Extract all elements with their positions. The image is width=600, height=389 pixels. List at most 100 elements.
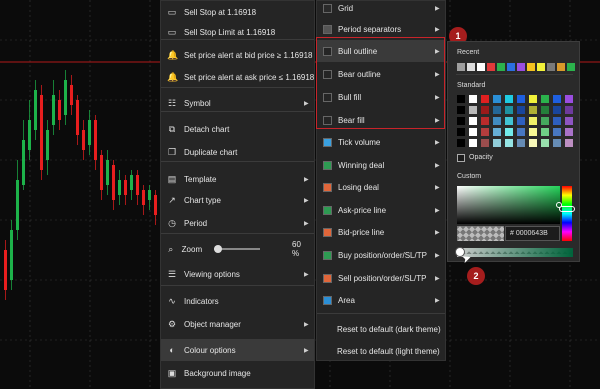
recent-swatch[interactable] xyxy=(457,63,465,71)
standard-swatch[interactable] xyxy=(565,117,573,125)
menu-item-duplicate-chart[interactable]: ❐ Duplicate chart xyxy=(161,141,314,163)
standard-swatch[interactable] xyxy=(553,128,561,136)
saturation-area[interactable] xyxy=(457,186,560,224)
standard-swatch[interactable] xyxy=(469,106,477,114)
recent-swatch[interactable] xyxy=(487,63,495,71)
colour-item-tick-volume[interactable]: Tick volume ▶ xyxy=(317,131,445,153)
menu-item-chart-type[interactable]: ↗ Chart type ▶ xyxy=(161,189,314,211)
menu-item-sell-stop-at-1-16918[interactable]: ▭ Sell Stop at 1.16918 xyxy=(161,1,314,23)
standard-swatch[interactable] xyxy=(457,117,465,125)
standard-swatch[interactable] xyxy=(541,95,549,103)
standard-swatch[interactable] xyxy=(529,117,537,125)
standard-swatch[interactable] xyxy=(529,95,537,103)
standard-swatch[interactable] xyxy=(565,95,573,103)
standard-swatch[interactable] xyxy=(505,139,513,147)
hue-slider[interactable] xyxy=(562,186,572,241)
menu-item-symbol[interactable]: ☷ Symbol ▶ xyxy=(161,92,314,114)
colour-item-ask-price-line[interactable]: Ask-price line ▶ xyxy=(317,199,445,221)
standard-swatch[interactable] xyxy=(457,139,465,147)
standard-swatch[interactable] xyxy=(565,139,573,147)
standard-swatch[interactable] xyxy=(493,139,501,147)
menu-item-set-price-alert-at-bid-price-1-16918[interactable]: 🔔 Set price alert at bid price ≥ 1.16918 xyxy=(161,44,314,66)
standard-swatch[interactable] xyxy=(505,95,513,103)
standard-swatch[interactable] xyxy=(493,95,501,103)
standard-swatch[interactable] xyxy=(529,139,537,147)
hex-input[interactable]: # 0000643B xyxy=(505,226,560,241)
standard-swatch[interactable] xyxy=(553,117,561,125)
standard-swatch[interactable] xyxy=(469,139,477,147)
recent-swatch[interactable] xyxy=(477,63,485,71)
recent-swatch[interactable] xyxy=(517,63,525,71)
menu-item-indicators[interactable]: ∿ Indicators xyxy=(161,290,314,312)
standard-swatch[interactable] xyxy=(469,117,477,125)
colour-item-winning-deal[interactable]: Winning deal ▶ xyxy=(317,154,445,176)
colour-item-losing-deal[interactable]: Losing deal ▶ xyxy=(317,176,445,198)
standard-swatch[interactable] xyxy=(553,106,561,114)
standard-swatch[interactable] xyxy=(493,128,501,136)
standard-swatch[interactable] xyxy=(481,106,489,114)
standard-swatch[interactable] xyxy=(553,139,561,147)
menu-item-set-price-alert-at-ask-price-1-16918[interactable]: 🔔 Set price alert at ask price ≤ 1.16918 xyxy=(161,66,314,88)
colour-item-area[interactable]: Area ▶ xyxy=(317,289,445,311)
standard-swatch[interactable] xyxy=(541,128,549,136)
reset-dark-theme-item[interactable]: Reset to default (dark theme) xyxy=(317,318,445,340)
recent-swatch[interactable] xyxy=(567,63,575,71)
standard-swatch[interactable] xyxy=(517,106,525,114)
standard-swatch[interactable] xyxy=(457,106,465,114)
menu-item-object-manager[interactable]: ⚙ Object manager ▶ xyxy=(161,313,314,335)
standard-swatch[interactable] xyxy=(517,95,525,103)
menu-item-viewing-options[interactable]: ☰ Viewing options ▶ xyxy=(161,263,314,285)
standard-swatch[interactable] xyxy=(517,128,525,136)
opacity-checkbox[interactable] xyxy=(457,154,465,162)
hue-handle[interactable] xyxy=(559,206,575,212)
menu-item-zoom[interactable]: ⌕ Zoom 60 % xyxy=(161,238,314,260)
menu-item-period[interactable]: ◷ Period ▶ xyxy=(161,212,314,234)
recent-swatch[interactable] xyxy=(537,63,545,71)
standard-swatch[interactable] xyxy=(481,128,489,136)
standard-swatch[interactable] xyxy=(481,95,489,103)
standard-swatch[interactable] xyxy=(457,128,465,136)
standard-swatch[interactable] xyxy=(529,106,537,114)
standard-swatch[interactable] xyxy=(565,128,573,136)
standard-swatch[interactable] xyxy=(505,106,513,114)
standard-swatch[interactable] xyxy=(541,106,549,114)
standard-swatch[interactable] xyxy=(517,117,525,125)
menu-item-template[interactable]: ▤ Template ▶ xyxy=(161,168,314,190)
colour-swatch xyxy=(323,182,332,192)
standard-swatch[interactable] xyxy=(493,117,501,125)
menu-item-label: Period xyxy=(184,218,208,228)
zoom-slider-handle[interactable] xyxy=(214,245,223,253)
standard-swatch[interactable] xyxy=(541,117,549,125)
zoom-slider[interactable] xyxy=(214,245,261,253)
standard-swatch[interactable] xyxy=(469,128,477,136)
standard-swatch[interactable] xyxy=(565,106,573,114)
colour-item-buy-position-order-sl-tp[interactable]: Buy position/order/SL/TP ▶ xyxy=(317,244,445,266)
colour-item-sell-position-order-sl-tp[interactable]: Sell position/order/SL/TP ▶ xyxy=(317,267,445,289)
recent-swatch[interactable] xyxy=(557,63,565,71)
standard-swatch[interactable] xyxy=(481,117,489,125)
menu-item-detach-chart[interactable]: ⧉ Detach chart xyxy=(161,118,314,140)
standard-swatch[interactable] xyxy=(493,106,501,114)
standard-swatch[interactable] xyxy=(541,139,549,147)
recent-swatch[interactable] xyxy=(467,63,475,71)
recent-swatch[interactable] xyxy=(507,63,515,71)
colour-item-bid-price-line[interactable]: Bid-price line ▶ xyxy=(317,221,445,243)
standard-swatch[interactable] xyxy=(517,139,525,147)
standard-swatch[interactable] xyxy=(505,117,513,125)
recent-swatch[interactable] xyxy=(547,63,555,71)
standard-swatch[interactable] xyxy=(481,139,489,147)
standard-swatch[interactable] xyxy=(469,95,477,103)
colour-item-grid[interactable]: Grid ▶ xyxy=(317,0,445,19)
standard-swatch[interactable] xyxy=(457,95,465,103)
recent-swatch[interactable] xyxy=(527,63,535,71)
menu-item-sell-stop-limit-at-1-16918[interactable]: ▭ Sell Stop Limit at 1.16918 xyxy=(161,21,314,43)
recent-swatch[interactable] xyxy=(497,63,505,71)
standard-swatch[interactable] xyxy=(553,95,561,103)
alpha-slider[interactable] xyxy=(457,248,573,257)
menu-item-background-image[interactable]: ▣ Background image xyxy=(161,362,314,384)
reset-light-theme-item[interactable]: Reset to default (light theme) xyxy=(317,340,445,362)
menu-item-colour-options[interactable]: ◐ Colour options ▶ xyxy=(161,339,314,361)
standard-swatch[interactable] xyxy=(529,128,537,136)
standard-swatch[interactable] xyxy=(505,128,513,136)
candle xyxy=(28,120,31,150)
